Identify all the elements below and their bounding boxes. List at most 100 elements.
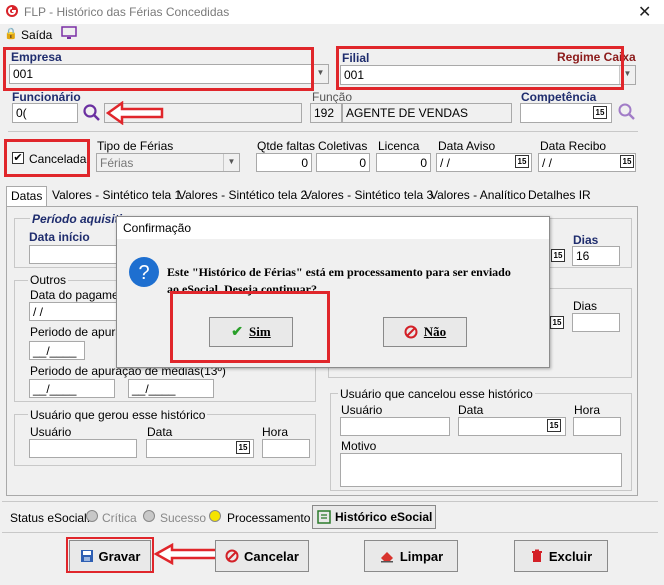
funcao-name-value: AGENTE DE VENDAS <box>346 106 469 120</box>
app-logo-icon <box>6 5 18 17</box>
competencia-label: Competência <box>521 90 597 104</box>
calendar-icon: 15 <box>547 419 561 432</box>
data-recibo-label: Data Recibo <box>540 139 607 153</box>
dialog-no-button[interactable]: Não <box>383 317 467 347</box>
historico-esocial-button[interactable]: Histórico eSocial <box>312 505 436 529</box>
close-icon[interactable]: ✕ <box>638 2 651 22</box>
usuario-input <box>29 439 137 458</box>
tipo-ferias-value: Férias <box>100 156 134 170</box>
funcao-code-value: 192 <box>314 106 335 120</box>
usuario2-label: Usuário <box>341 403 383 417</box>
calendar-icon[interactable]: 15 <box>620 155 634 168</box>
qtde-faltas-label: Qtde faltas <box>257 139 316 153</box>
outros-title: Outros <box>28 273 69 287</box>
funcao-label: Função <box>312 90 353 104</box>
search-icon[interactable] <box>82 103 102 123</box>
funcionario-value: 0( <box>16 106 27 120</box>
calendar-icon[interactable]: 15 <box>515 155 529 168</box>
excluir-label: Excluir <box>548 548 593 564</box>
dias-input[interactable]: 16 <box>572 246 620 266</box>
data-recibo-value: / / <box>542 156 553 170</box>
tab-valores-sintetico-2[interactable]: Valores - Sintético tela 2 <box>174 186 311 206</box>
data-inicio-label: Data início <box>29 230 90 244</box>
tab-detalhes-ir[interactable]: Detalhes IR <box>524 186 595 206</box>
excluir-button[interactable]: Excluir <box>514 540 608 572</box>
dias-value: 16 <box>576 249 590 263</box>
hora2-input <box>573 417 621 436</box>
hora-label: Hora <box>262 425 289 439</box>
dialog-no-label: Não <box>423 324 447 339</box>
periodo-medias-value-2: __/____ <box>132 382 176 396</box>
hora2-label: Hora <box>574 403 601 417</box>
data-pagamento-input[interactable]: / / <box>29 302 119 321</box>
arrow-left-annotation <box>106 101 164 125</box>
calendar-icon[interactable]: 15 <box>550 316 564 329</box>
motivo-label: Motivo <box>341 439 377 453</box>
coletivas-label: Coletivas <box>318 139 368 153</box>
data-aviso-value: / / <box>440 156 451 170</box>
historico-esocial-label: Histórico eSocial <box>335 510 433 524</box>
periodo-medias-input-2[interactable]: __/____ <box>128 379 214 398</box>
separator <box>2 501 658 502</box>
dias-label: Dias <box>573 233 599 247</box>
sucesso-dot <box>143 510 155 522</box>
funcao-name: AGENTE DE VENDAS <box>342 103 512 123</box>
periodo-aquisitivo-title: Período aquisiti <box>30 212 125 226</box>
licenca-input[interactable]: 0 <box>376 153 431 172</box>
limpar-button[interactable]: Limpar <box>364 540 458 572</box>
dialog-title: Confirmação <box>117 217 549 239</box>
cancel-icon <box>225 549 239 563</box>
trash-icon <box>531 549 542 562</box>
separator <box>8 131 638 132</box>
periodo-apuracao-input[interactable]: __/____ <box>29 341 85 360</box>
usuario-gerou-title: Usuário que gerou esse histórico <box>28 408 208 422</box>
coletivas-value: 0 <box>359 156 366 170</box>
licenca-label: Licenca <box>378 139 420 153</box>
calendar-icon[interactable]: 15 <box>551 249 565 262</box>
data-inicio-input[interactable] <box>29 245 119 264</box>
periodo-apuracao-value: __/____ <box>33 344 77 358</box>
saida-menu-item[interactable]: Saída <box>21 28 52 42</box>
highlight-box <box>3 47 314 91</box>
search-icon[interactable] <box>617 102 637 122</box>
data2-label: Data <box>458 403 484 417</box>
hora-input <box>262 439 310 458</box>
status-esocial-label: Status eSocial: <box>10 511 91 525</box>
qtde-faltas-value: 0 <box>301 156 308 170</box>
cancelar-button[interactable]: Cancelar <box>215 540 309 572</box>
dialog-message-line1: Este "Histórico de Férias" está em proce… <box>167 265 511 279</box>
qtde-faltas-input[interactable]: 0 <box>256 153 312 172</box>
calendar-icon[interactable]: 15 <box>593 106 607 119</box>
window-title: FLP - Histórico das Férias Concedidas <box>24 5 230 19</box>
coletivas-input[interactable]: 0 <box>316 153 370 172</box>
licenca-value: 0 <box>420 156 427 170</box>
data-pagamento-label: Data do pagament <box>30 288 129 302</box>
processamento-label: Processamento <box>227 511 311 525</box>
dias2-label: Dias <box>573 299 598 313</box>
highlight-box <box>66 537 154 573</box>
critica-label: Crítica <box>102 511 137 525</box>
dias2-input[interactable] <box>572 313 620 332</box>
usuario2-input <box>340 417 450 436</box>
processamento-dot <box>209 510 221 522</box>
tab-valores-sintetico-1[interactable]: Valores - Sintético tela 1 <box>48 186 185 206</box>
tab-valores-analitico[interactable]: Valores - Analítico <box>426 186 530 206</box>
question-icon: ? <box>129 257 159 287</box>
funcionario-code-input[interactable]: 0( <box>12 103 78 123</box>
funcao-code: 192 <box>310 103 342 123</box>
monitor-icon[interactable] <box>61 26 77 40</box>
limpar-label: Limpar <box>399 548 444 564</box>
critica-dot <box>86 510 98 522</box>
tab-valores-sintetico-3[interactable]: Valores - Sintético tela 3 <box>300 186 437 206</box>
periodo-medias-input-1[interactable]: __/____ <box>29 379 115 398</box>
tab-datas[interactable]: Datas <box>6 186 48 206</box>
sucesso-label: Sucesso <box>160 511 207 525</box>
motivo-textarea <box>340 453 622 487</box>
cancelada-checkbox[interactable]: ✔ <box>12 152 24 164</box>
data-label: Data <box>147 425 173 439</box>
highlight-box <box>336 46 624 90</box>
usuario-cancelou-title: Usuário que cancelou esse histórico <box>338 387 535 401</box>
calendar-icon: 15 <box>236 441 250 454</box>
tipo-ferias-select[interactable]: Férias ▼ <box>96 153 240 172</box>
lock-icon: 🔒 <box>4 28 18 40</box>
